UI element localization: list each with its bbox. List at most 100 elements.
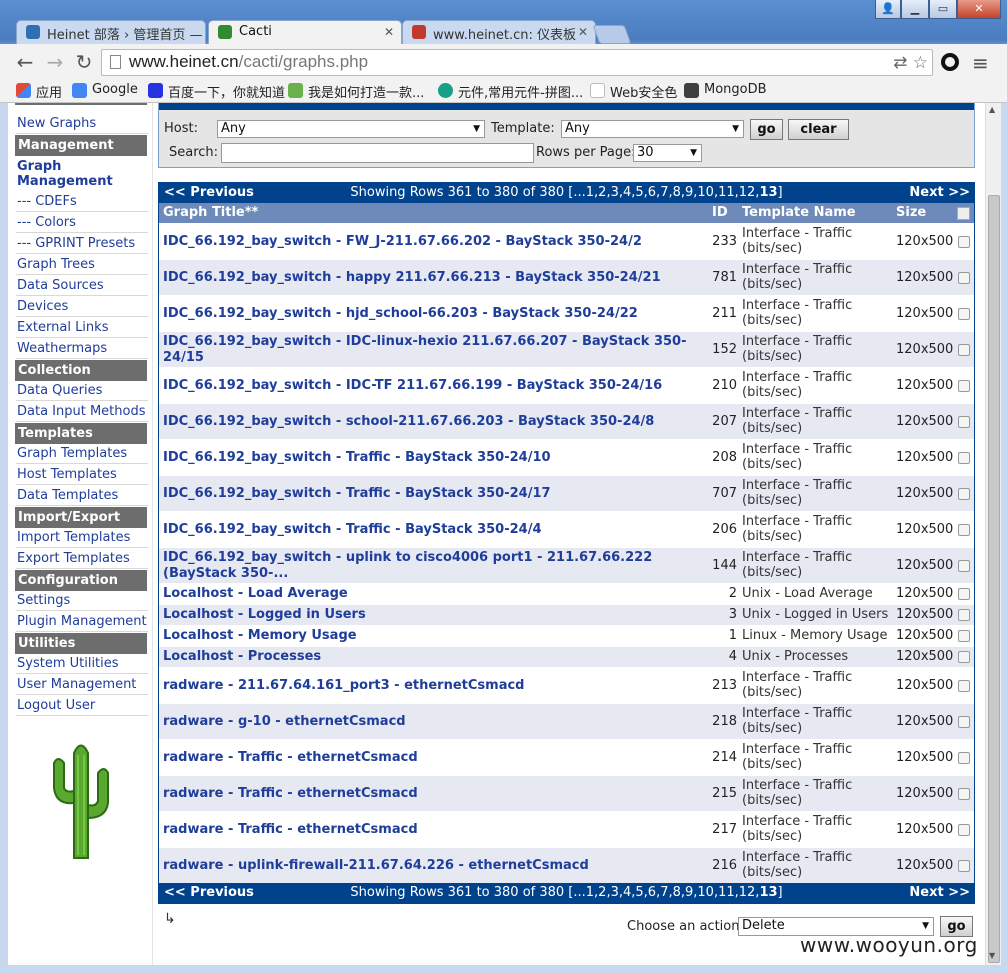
row-checkbox[interactable] <box>958 609 970 621</box>
row-checkbox[interactable] <box>958 715 970 728</box>
extension-circle-icon[interactable] <box>941 53 959 71</box>
sidebar-item[interactable]: User Management <box>16 675 148 695</box>
user-profile-icon[interactable]: 👤 <box>875 0 901 19</box>
row-checkbox[interactable] <box>958 651 970 663</box>
column-size[interactable]: Size <box>896 203 926 223</box>
row-checkbox[interactable] <box>958 588 970 600</box>
sidebar-item[interactable]: New Graphs <box>16 114 148 134</box>
new-tab-button[interactable] <box>592 25 632 44</box>
sidebar-item[interactable]: --- Colors <box>16 213 148 233</box>
graph-title-link[interactable]: radware - Traffic - ethernetCsmacd <box>163 822 693 838</box>
previous-page-link[interactable]: << Previous <box>164 883 254 903</box>
sidebar-item[interactable]: --- CDEFs <box>16 192 148 212</box>
graph-title-link[interactable]: Localhost - Load Average <box>163 586 693 602</box>
scroll-down-arrow-icon[interactable]: ▼ <box>989 951 995 960</box>
host-select[interactable]: Any ▼ <box>217 120 485 138</box>
graph-title-link[interactable]: IDC_66.192_bay_switch - FW_J-211.67.66.2… <box>163 234 693 250</box>
bookmark-apps[interactable]: 应用 <box>16 82 62 101</box>
graph-title-link[interactable]: radware - g-10 - ethernetCsmacd <box>163 714 693 730</box>
row-checkbox[interactable] <box>958 823 970 836</box>
minimize-icon[interactable]: ▁ <box>901 0 929 19</box>
row-checkbox[interactable] <box>958 523 970 536</box>
sidebar-item[interactable]: Export Templates <box>16 549 148 569</box>
tab-heinet-dashboard[interactable]: www.heinet.cn: 仪表板 ✕ <box>402 20 596 44</box>
bookmark-article[interactable]: 我是如何打造一款... <box>288 82 424 101</box>
tab-cacti[interactable]: Cacti ✕ <box>208 20 402 45</box>
graph-title-link[interactable]: radware - uplink-firewall-211.67.64.226 … <box>163 858 693 874</box>
template-select[interactable]: Any ▼ <box>561 120 744 138</box>
bookmark-web-safe-colors[interactable]: Web安全色 <box>590 82 677 101</box>
sidebar-item[interactable]: Plugin Management <box>16 612 148 632</box>
row-checkbox[interactable] <box>958 415 970 428</box>
row-checkbox[interactable] <box>958 271 970 284</box>
menu-icon[interactable]: ≡ <box>972 51 989 75</box>
sidebar-item[interactable]: Graph Templates <box>16 444 148 464</box>
column-graph-title[interactable]: Graph Title** <box>163 203 258 223</box>
scroll-up-arrow-icon[interactable]: ▲ <box>989 105 995 114</box>
graph-title-link[interactable]: radware - Traffic - ethernetCsmacd <box>163 750 693 766</box>
graph-title-link[interactable]: Localhost - Logged in Users <box>163 607 693 623</box>
tab-heinet-admin[interactable]: Heinet 部落 › 管理首页 — <box>16 20 206 44</box>
row-checkbox[interactable] <box>958 630 970 642</box>
sidebar-item[interactable]: External Links <box>16 318 148 338</box>
bookmark-mongodb[interactable]: MongoDB <box>684 82 767 98</box>
forward-arrow-icon[interactable]: → <box>44 51 66 73</box>
graph-title-link[interactable]: radware - 211.67.64.161_port3 - ethernet… <box>163 678 693 694</box>
bookmark-star-icon[interactable]: ☆ <box>913 53 928 73</box>
graph-title-link[interactable]: Localhost - Memory Usage <box>163 628 693 644</box>
go-button[interactable]: go <box>750 119 783 140</box>
sidebar-item[interactable]: Settings <box>16 591 148 611</box>
graph-title-link[interactable]: IDC_66.192_bay_switch - Traffic - BaySta… <box>163 450 693 466</box>
translate-icon[interactable]: ⇄ <box>893 53 907 73</box>
maximize-icon[interactable]: ▭ <box>929 0 957 19</box>
search-input[interactable] <box>221 143 534 163</box>
sidebar-item[interactable]: Weathermaps <box>16 339 148 359</box>
graph-title-link[interactable]: IDC_66.192_bay_switch - Traffic - BaySta… <box>163 522 693 538</box>
row-checkbox[interactable] <box>958 859 970 872</box>
row-checkbox[interactable] <box>958 307 970 320</box>
row-checkbox[interactable] <box>958 751 970 764</box>
sidebar-item[interactable]: Host Templates <box>16 465 148 485</box>
graph-title-link[interactable]: IDC_66.192_bay_switch - happy 211.67.66.… <box>163 270 693 286</box>
next-page-link[interactable]: Next >> <box>909 883 970 903</box>
column-template-name[interactable]: Template Name <box>742 203 856 223</box>
graph-title-link[interactable]: IDC_66.192_bay_switch - IDC-linux-hexio … <box>163 334 693 366</box>
address-bar[interactable]: www.heinet.cn/cacti/graphs.php ⇄ ☆ <box>101 49 933 76</box>
row-checkbox[interactable] <box>958 379 970 392</box>
scrollbar-thumb[interactable] <box>988 195 1000 963</box>
graph-title-link[interactable]: IDC_66.192_bay_switch - uplink to cisco4… <box>163 550 693 582</box>
sidebar-item[interactable]: Devices <box>16 297 148 317</box>
select-all-checkbox[interactable] <box>957 207 970 220</box>
next-page-link[interactable]: Next >> <box>909 183 970 203</box>
row-checkbox[interactable] <box>958 235 970 248</box>
sidebar-item[interactable]: Import Templates <box>16 528 148 548</box>
close-tab-icon[interactable]: ✕ <box>384 25 394 39</box>
sidebar-item[interactable]: System Utilities <box>16 654 148 674</box>
sidebar-item-active[interactable]: Graph Management <box>16 156 116 192</box>
row-checkbox[interactable] <box>958 787 970 800</box>
bookmark-components[interactable]: 元件,常用元件-拼图... <box>438 82 583 101</box>
row-checkbox[interactable] <box>958 487 970 500</box>
row-checkbox[interactable] <box>958 343 970 356</box>
graph-title-link[interactable]: radware - Traffic - ethernetCsmacd <box>163 786 693 802</box>
bookmark-google[interactable]: Google <box>72 82 138 98</box>
sidebar-item[interactable]: Data Templates <box>16 486 148 506</box>
back-arrow-icon[interactable]: ← <box>14 51 36 73</box>
sidebar-item[interactable]: --- GPRINT Presets <box>16 234 148 254</box>
graph-title-link[interactable]: Localhost - Processes <box>163 649 693 665</box>
close-tab-icon[interactable]: ✕ <box>578 25 588 39</box>
graph-title-link[interactable]: IDC_66.192_bay_switch - Traffic - BaySta… <box>163 486 693 502</box>
sidebar-item[interactable]: Logout User <box>16 696 148 716</box>
reload-icon[interactable]: ↻ <box>73 51 95 73</box>
row-checkbox[interactable] <box>958 451 970 464</box>
vertical-scrollbar[interactable]: ▲ ▼ <box>985 103 1001 965</box>
row-checkbox[interactable] <box>958 679 970 692</box>
rows-per-page-select[interactable]: 30 ▼ <box>633 144 702 162</box>
bookmark-baidu[interactable]: 百度一下，你就知道 <box>148 82 285 101</box>
graph-title-link[interactable]: IDC_66.192_bay_switch - school-211.67.66… <box>163 414 693 430</box>
previous-page-link[interactable]: << Previous <box>164 183 254 203</box>
close-window-icon[interactable]: ✕ <box>957 0 1001 19</box>
clear-button[interactable]: clear <box>788 119 849 140</box>
column-id[interactable]: ID <box>712 203 728 223</box>
sidebar-item[interactable]: Data Input Methods <box>16 402 148 422</box>
